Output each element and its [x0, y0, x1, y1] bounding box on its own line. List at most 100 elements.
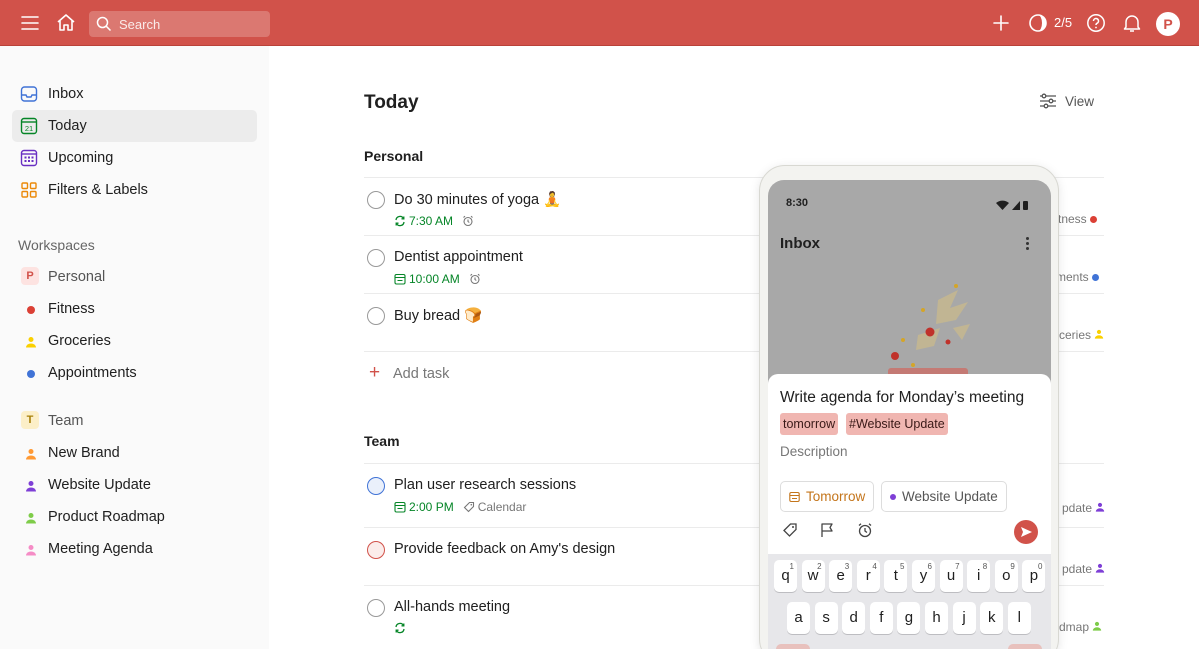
key-p[interactable]: p0 [1022, 560, 1046, 592]
project-label: Appointments [48, 365, 137, 381]
sidebar-item-inbox[interactable]: Inbox [12, 78, 257, 110]
tag-icon[interactable] [782, 522, 798, 543]
key-r[interactable]: r4 [856, 560, 880, 592]
task-checkbox[interactable] [367, 541, 385, 559]
workspace-team[interactable]: T Team [12, 406, 257, 436]
workspace-label: Personal [48, 269, 106, 285]
key-e[interactable]: e3 [829, 560, 853, 592]
key-a[interactable]: a [787, 602, 810, 634]
project-pill-label: Website Update [902, 489, 998, 504]
key-g[interactable]: g [897, 602, 921, 634]
key-u[interactable]: u7 [939, 560, 963, 592]
sidebar-item-product-roadmap[interactable]: Product Roadmap [12, 502, 257, 532]
task-time: 2:00 PM [409, 500, 454, 514]
view-button[interactable]: View [1039, 92, 1109, 112]
notifications-icon[interactable] [1123, 13, 1141, 33]
recurring-icon [395, 215, 405, 227]
plus-icon: + [369, 362, 381, 383]
key-o[interactable]: o9 [994, 560, 1018, 592]
task-checkbox[interactable] [367, 477, 385, 495]
send-icon [1021, 527, 1032, 537]
key-d[interactable]: d [842, 602, 866, 634]
sidebar-item-appointments[interactable]: Appointments [12, 358, 257, 388]
task-checkbox[interactable] [367, 599, 385, 617]
quick-add-input[interactable]: Write agenda for Monday’s meeting [780, 389, 1024, 407]
sidebar-item-website-update[interactable]: Website Update [12, 470, 257, 500]
description-field[interactable]: Description [780, 444, 848, 459]
key-f[interactable]: f [869, 602, 893, 634]
tag-icon [463, 501, 474, 513]
key-h[interactable]: h [925, 602, 948, 634]
avatar[interactable]: P [1156, 12, 1180, 36]
home-icon[interactable] [56, 13, 76, 32]
alarm-icon [469, 273, 481, 285]
menu-icon[interactable] [21, 15, 39, 31]
date-chip[interactable]: tomorrow [780, 413, 839, 435]
sliders-icon [1039, 93, 1057, 114]
project-chip[interactable]: #Website Update [846, 413, 948, 435]
project-color-dot [1090, 216, 1098, 223]
person-icon [1095, 329, 1104, 339]
sidebar-item-upcoming[interactable]: Upcoming [12, 142, 257, 174]
date-pill[interactable]: Tomorrow [780, 481, 875, 512]
key-q[interactable]: q1 [774, 560, 797, 592]
search-icon [96, 16, 112, 37]
sidebar-item-fitness[interactable]: Fitness [12, 294, 257, 324]
productivity-icon[interactable] [1028, 13, 1048, 33]
task-title: Provide feedback on Amy's design [394, 541, 616, 557]
person-icon [1093, 621, 1102, 631]
sidebar-item-label: Filters & Labels [48, 182, 148, 198]
workspace-badge: T [21, 411, 39, 429]
add-task-button[interactable]: + Add task [364, 362, 564, 384]
key-j[interactable]: j [952, 602, 976, 634]
project-label: Fitness [48, 301, 95, 317]
search-bar[interactable] [89, 11, 270, 37]
project-color-dot [1092, 274, 1100, 281]
task-checkbox[interactable] [367, 191, 385, 209]
more-icon[interactable] [1026, 237, 1030, 252]
alarm-icon[interactable] [857, 522, 873, 543]
person-icon [1096, 563, 1105, 573]
key-backspace[interactable] [1008, 644, 1042, 649]
alarm-icon [462, 215, 474, 227]
sidebar-item-groceries[interactable]: Groceries [12, 326, 257, 356]
key-k[interactable]: k [980, 602, 1004, 634]
help-icon[interactable] [1086, 13, 1106, 33]
task-project-label: pdate [1062, 501, 1105, 515]
sidebar-item-filters-labels[interactable]: Filters & Labels [12, 174, 257, 206]
key-y[interactable]: y6 [912, 560, 935, 592]
add-icon[interactable] [992, 14, 1010, 32]
person-icon [1096, 502, 1105, 512]
task-project-label: tness [1058, 212, 1098, 226]
key-w[interactable]: w2 [801, 560, 825, 592]
task-project-label: ments [1056, 270, 1100, 284]
flag-icon[interactable] [819, 522, 835, 543]
key-i[interactable]: i8 [967, 560, 991, 592]
send-button[interactable] [1014, 520, 1038, 544]
task-project-label: dmap [1059, 620, 1102, 634]
search-input[interactable] [119, 14, 259, 34]
svg-text:21: 21 [25, 124, 33, 133]
task-checkbox[interactable] [367, 249, 385, 267]
project-label: Meeting Agenda [48, 541, 153, 557]
quick-add-sheet: Write agenda for Monday’s meeting tomorr… [768, 374, 1051, 554]
person-icon [25, 479, 37, 497]
key-shift[interactable] [776, 644, 810, 649]
sidebar-item-meeting-agenda[interactable]: Meeting Agenda [12, 534, 257, 564]
sidebar-item-today[interactable]: 21 Today [12, 110, 257, 142]
key-l[interactable]: l [1007, 602, 1031, 634]
productivity-count[interactable]: 2/5 [1054, 15, 1072, 30]
calendar-icon [394, 273, 406, 285]
sidebar-item-new-brand[interactable]: New Brand [12, 438, 257, 468]
calendar-grid-icon [20, 149, 38, 167]
task-checkbox[interactable] [367, 307, 385, 325]
project-color-dot [27, 370, 35, 378]
key-t[interactable]: t5 [884, 560, 908, 592]
project-label: Groceries [48, 333, 111, 349]
workspaces-heading: Workspaces [18, 237, 95, 253]
workspace-badge: P [21, 267, 39, 285]
project-pill[interactable]: Website Update [881, 481, 1007, 512]
task-project-label: ceries [1059, 328, 1104, 342]
key-s[interactable]: s [814, 602, 838, 634]
workspace-personal[interactable]: P Personal [12, 262, 257, 292]
